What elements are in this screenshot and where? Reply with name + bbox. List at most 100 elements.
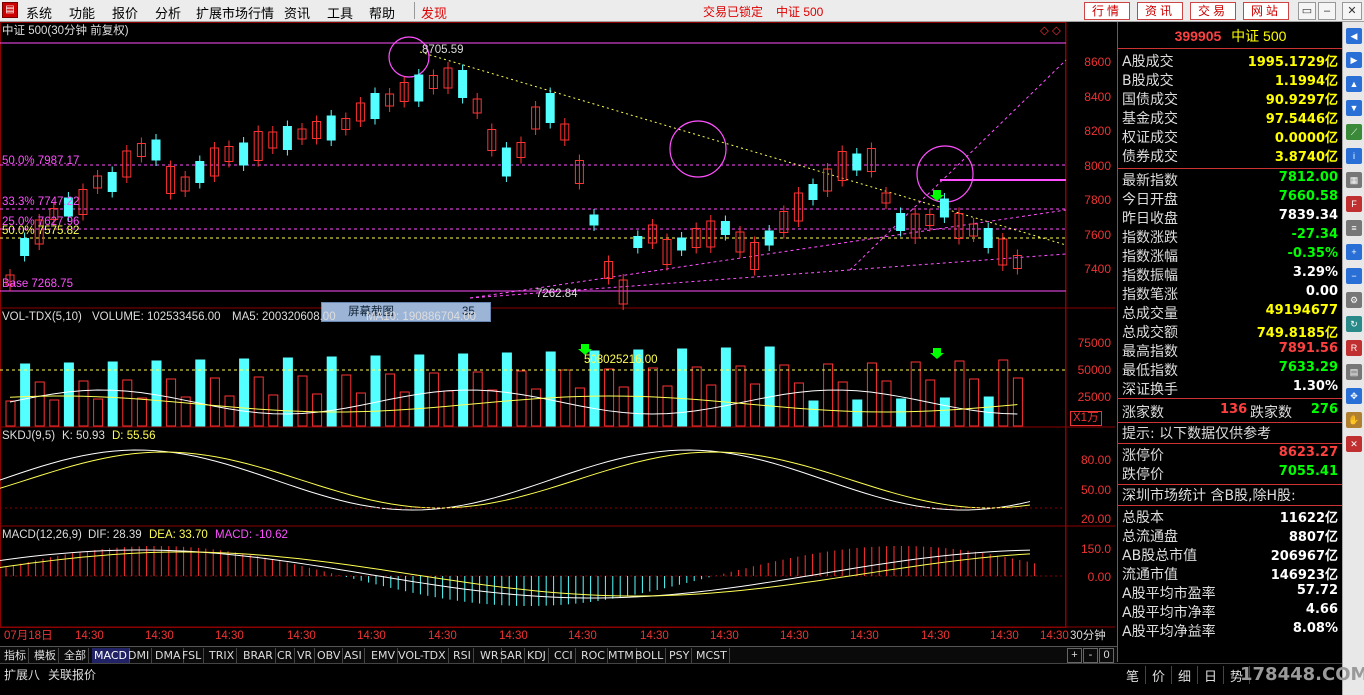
news-button[interactable]: 资讯 bbox=[1137, 2, 1183, 20]
volume-bar bbox=[326, 356, 337, 427]
menu-discover[interactable]: 发现 bbox=[421, 3, 447, 22]
trade-button[interactable]: 交易 bbox=[1190, 2, 1236, 20]
index-stat-label: 昨日收盘 bbox=[1122, 211, 1178, 227]
panel-divider bbox=[1118, 168, 1343, 169]
index-stat-label: 最低指数 bbox=[1122, 363, 1178, 379]
f10-icon[interactable]: F bbox=[1346, 196, 1362, 212]
info-icon[interactable]: i bbox=[1346, 148, 1362, 164]
time-tick: 14:30 bbox=[145, 630, 174, 642]
kline-chart-canvas[interactable] bbox=[0, 22, 1115, 646]
zoom-in-icon[interactable]: + bbox=[1346, 244, 1362, 260]
indicator-tab-cr[interactable]: CR bbox=[275, 648, 296, 663]
indicator-tab-trix[interactable]: TRIX bbox=[207, 648, 238, 663]
remove-pane-button[interactable]: - bbox=[1083, 648, 1098, 663]
menu-extended-market[interactable]: 扩展市场行情 bbox=[196, 3, 274, 22]
indicator-tab-全部[interactable]: 全部 bbox=[62, 648, 89, 663]
indicator-tab-fsl[interactable]: FSL bbox=[180, 648, 205, 663]
reset-pane-button[interactable]: 0 bbox=[1099, 648, 1114, 663]
index-stat-row: 最新指数 7812.00 bbox=[1120, 170, 1340, 189]
price-tick: 8200 bbox=[1084, 124, 1111, 138]
volume-bar bbox=[312, 393, 323, 427]
panel-divider bbox=[1118, 48, 1343, 49]
daily-button[interactable]: 日 bbox=[1198, 666, 1224, 684]
menu-system[interactable]: 系统 bbox=[26, 3, 52, 22]
website-button[interactable]: 网站 bbox=[1243, 2, 1289, 20]
add-pane-button[interactable]: + bbox=[1067, 648, 1082, 663]
tick-button[interactable]: 笔 bbox=[1120, 666, 1146, 684]
app-logo-icon[interactable]: ▤ bbox=[2, 2, 18, 18]
arrow-right-icon[interactable]: ▶ bbox=[1346, 52, 1362, 68]
volume-bar bbox=[808, 400, 819, 427]
indicator-tab-vol-tdx[interactable]: VOL-TDX bbox=[396, 648, 449, 663]
menu-help[interactable]: 帮助 bbox=[369, 3, 395, 22]
indicator-tab-cci[interactable]: CCI bbox=[552, 648, 576, 663]
index-stat-label: 指数笔涨 bbox=[1122, 287, 1178, 303]
indicator-tab-kdj[interactable]: KDJ bbox=[525, 648, 549, 663]
side-toolbar: ◀ ▶ ▲ ▼ ⟋ i ▦ F ≡ + − ⚙ ↻ R ▤ ✥ ✋ ✕ bbox=[1342, 22, 1364, 695]
market-stat-row: 总流通盘 8807亿 bbox=[1120, 526, 1340, 545]
market-stat-label: A股平均市盈率 bbox=[1122, 586, 1216, 602]
indicator-tab-vr[interactable]: VR bbox=[295, 648, 316, 663]
volume-bar bbox=[370, 355, 381, 427]
report-icon[interactable]: ▤ bbox=[1346, 364, 1362, 380]
detail-button[interactable]: 细 bbox=[1172, 666, 1198, 684]
arrow-down-icon[interactable]: ▼ bbox=[1346, 100, 1362, 116]
index-stat-value: 7660.58 bbox=[1278, 189, 1338, 204]
indicator-tab-rsi[interactable]: RSI bbox=[451, 648, 474, 663]
move-icon[interactable]: ✥ bbox=[1346, 388, 1362, 404]
volume-bar bbox=[677, 348, 688, 427]
indicator-tab-sar[interactable]: SAR bbox=[498, 648, 526, 663]
indicator-tab-指标[interactable]: 指标 bbox=[2, 648, 29, 663]
menu-analysis[interactable]: 分析 bbox=[155, 3, 181, 22]
indicator-tab-asi[interactable]: ASI bbox=[342, 648, 365, 663]
table-icon[interactable]: ▦ bbox=[1346, 172, 1362, 188]
quote-button[interactable]: 行情 bbox=[1084, 2, 1130, 20]
turnover-value: 97.5446亿 bbox=[1265, 112, 1338, 127]
price-button[interactable]: 价 bbox=[1146, 666, 1172, 684]
zoom-out-icon[interactable]: − bbox=[1346, 268, 1362, 284]
volume-bar bbox=[122, 379, 133, 427]
indicator-tab-模板[interactable]: 模板 bbox=[32, 648, 59, 663]
volume-tick: 25000 bbox=[1077, 390, 1111, 404]
menu-tools[interactable]: 工具 bbox=[327, 3, 353, 22]
turnover-label: 权证成交 bbox=[1122, 130, 1178, 146]
menu-function[interactable]: 功能 bbox=[69, 3, 95, 22]
indicator-tab-mcst[interactable]: MCST bbox=[694, 648, 730, 663]
kline-chart-area[interactable]: 中证 500(30分钟 前复权) ◇ ◇ 8705.59 7262.84 50.… bbox=[0, 22, 1115, 646]
close-window-icon[interactable]: ✕ bbox=[1342, 2, 1362, 20]
chart-line-icon[interactable]: ⟋ bbox=[1346, 124, 1362, 140]
indicator-tab-brar[interactable]: BRAR bbox=[241, 648, 276, 663]
indicator-tab-boll[interactable]: BOLL bbox=[633, 648, 667, 663]
index-stat-value: 7839.34 bbox=[1278, 208, 1338, 223]
volume-bar bbox=[20, 363, 31, 427]
market-stat-value: 206967亿 bbox=[1270, 549, 1338, 564]
rsi-icon[interactable]: R bbox=[1346, 340, 1362, 356]
arrow-left-icon[interactable]: ◀ bbox=[1346, 28, 1362, 44]
refresh-icon[interactable]: ↻ bbox=[1346, 316, 1362, 332]
minimize-window-icon[interactable]: – bbox=[1318, 2, 1336, 20]
indicator-tab-dma[interactable]: DMA bbox=[153, 648, 184, 663]
restore-window-icon[interactable]: ▭ bbox=[1298, 2, 1316, 20]
list-icon[interactable]: ≡ bbox=[1346, 220, 1362, 236]
volume-bar bbox=[779, 364, 790, 427]
linked-quote-tab[interactable]: 关联报价 bbox=[48, 666, 96, 683]
indicator-tab-obv[interactable]: OBV bbox=[315, 648, 344, 663]
trash-icon[interactable]: ✕ bbox=[1346, 436, 1362, 452]
time-tick: 14:30 bbox=[990, 630, 1019, 642]
indicator-tab-psy[interactable]: PSY bbox=[667, 648, 693, 663]
period-label[interactable]: 30分钟 bbox=[1070, 630, 1106, 643]
chart-corner-icon[interactable]: ◇ ◇ bbox=[1040, 25, 1061, 38]
menu-quote[interactable]: 报价 bbox=[112, 3, 138, 22]
hand-icon[interactable]: ✋ bbox=[1346, 412, 1362, 428]
indicator-tab-dmi[interactable]: DMI bbox=[126, 648, 153, 663]
indicator-tab-emv[interactable]: EMV bbox=[369, 648, 398, 663]
arrow-up-icon[interactable]: ▲ bbox=[1346, 76, 1362, 92]
extended-8-tab[interactable]: 扩展八 bbox=[4, 666, 40, 683]
menu-news[interactable]: 资讯 bbox=[284, 3, 310, 22]
indicator-tab-roc[interactable]: ROC bbox=[579, 648, 608, 663]
indicator-tab-macd[interactable]: MACD bbox=[92, 648, 130, 663]
settings-icon[interactable]: ⚙ bbox=[1346, 292, 1362, 308]
volume-bar bbox=[983, 396, 994, 427]
volume-bar bbox=[969, 378, 980, 427]
volume-bar bbox=[939, 397, 950, 427]
